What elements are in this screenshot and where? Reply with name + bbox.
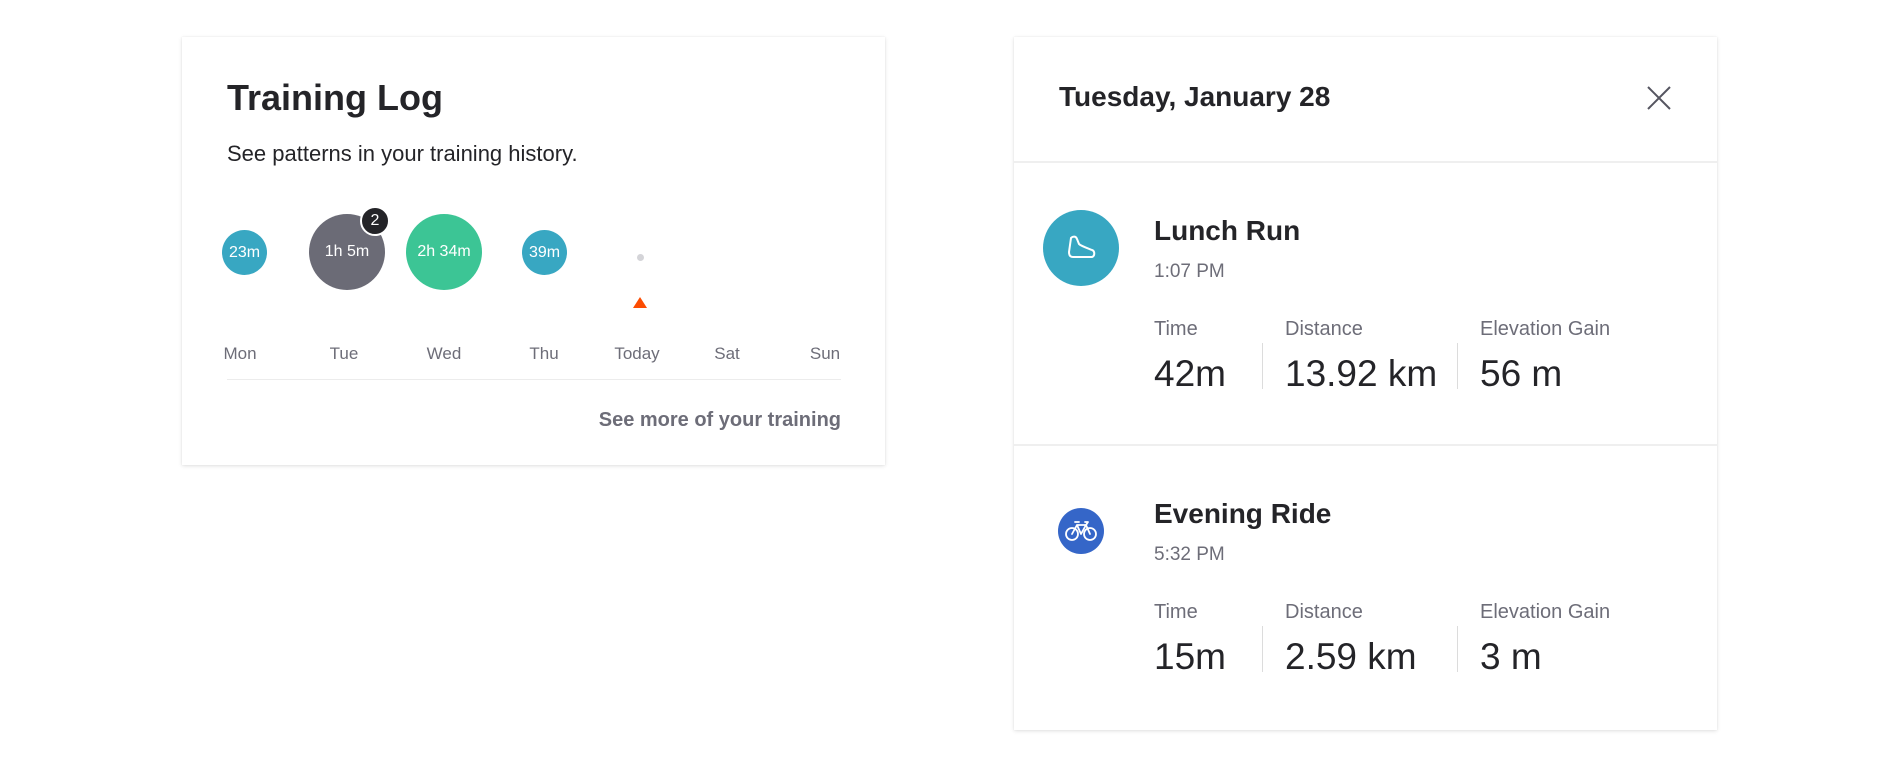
activity-start-time: 1:07 PM: [1154, 261, 1225, 282]
stat-time: Time 42m: [1154, 318, 1226, 395]
bubble-duration: 23m: [228, 243, 261, 261]
activity-bubble-thu[interactable]: 39m: [522, 230, 567, 275]
stat-divider: [1457, 626, 1458, 672]
day-label-thu: Thu: [529, 344, 559, 363]
day-detail-header: Tuesday, January 28: [1014, 37, 1717, 163]
stat-label: Distance: [1285, 318, 1363, 340]
stat-label: Distance: [1285, 601, 1363, 623]
stat-distance: Distance 13.92 km: [1285, 318, 1437, 395]
stat-value: 2.59 km: [1285, 636, 1417, 677]
stat-value: 15m: [1154, 636, 1226, 677]
day-label-wed: Wed: [426, 344, 462, 363]
page: Training Log See patterns in your traini…: [0, 0, 1892, 769]
stat-value: 13.92 km: [1285, 353, 1438, 394]
bubble-duration: 2h 34m: [417, 243, 471, 260]
stat-value: 42m: [1154, 353, 1226, 394]
bicycle-icon: [1065, 521, 1097, 541]
activity-type-badge: [1043, 210, 1119, 286]
day-label-tue: Tue: [329, 344, 359, 363]
activity-item: Lunch Run 1:07 PM Time 42m Distance 13.9…: [1014, 163, 1717, 446]
activity-bubble-wed[interactable]: 2h 34m: [406, 214, 482, 290]
day-label-sun: Sun: [809, 344, 841, 363]
bubble-duration: 39m: [528, 243, 561, 261]
activity-type-badge: [1058, 508, 1104, 554]
day-label-mon: Mon: [223, 344, 257, 363]
stat-divider: [1262, 626, 1263, 672]
activity-start-time: 5:32 PM: [1154, 544, 1225, 565]
shoe-icon: [1068, 235, 1096, 258]
stat-label: Elevation Gain: [1480, 318, 1611, 340]
day-label-sat: Sat: [714, 344, 740, 363]
bubble-duration: 1h 5m: [324, 243, 370, 260]
stat-value: 3 m: [1480, 636, 1542, 677]
activity-name[interactable]: Lunch Run: [1154, 215, 1300, 247]
stat-label: Time: [1154, 601, 1198, 623]
stat-distance: Distance 2.59 km: [1285, 601, 1417, 678]
training-log-subtitle: See patterns in your training history.: [227, 141, 578, 166]
stat-elevation-gain: Elevation Gain 3 m: [1480, 601, 1610, 678]
stat-elevation-gain: Elevation Gain 56 m: [1480, 318, 1610, 395]
day-detail-date: Tuesday, January 28: [1059, 81, 1331, 112]
stat-label: Elevation Gain: [1480, 601, 1611, 623]
activity-bubble-mon[interactable]: 23m: [222, 230, 267, 275]
stat-label: Time: [1154, 318, 1198, 340]
divider: [227, 379, 841, 380]
stat-divider: [1262, 343, 1263, 389]
close-button[interactable]: [1644, 83, 1674, 113]
activity-name[interactable]: Evening Ride: [1154, 498, 1331, 530]
today-rest-dot: [637, 254, 644, 261]
activity-count-badge: 2: [360, 206, 390, 236]
activity-item: Evening Ride 5:32 PM Time 15m Distance 2…: [1014, 446, 1717, 729]
stat-value: 56 m: [1480, 353, 1563, 394]
stat-divider: [1457, 343, 1458, 389]
day-label-today: Today: [614, 344, 660, 363]
training-log-title: Training Log: [227, 77, 443, 118]
day-detail-card: Tuesday, January 28 Lunch Run 1:07 PM Ti…: [1014, 37, 1717, 730]
close-icon: [1647, 86, 1671, 110]
stat-time: Time 15m: [1154, 601, 1226, 678]
today-marker-icon: [633, 297, 647, 308]
see-more-training-link[interactable]: See more of your training: [599, 409, 841, 432]
training-log-card: Training Log See patterns in your traini…: [182, 37, 885, 465]
